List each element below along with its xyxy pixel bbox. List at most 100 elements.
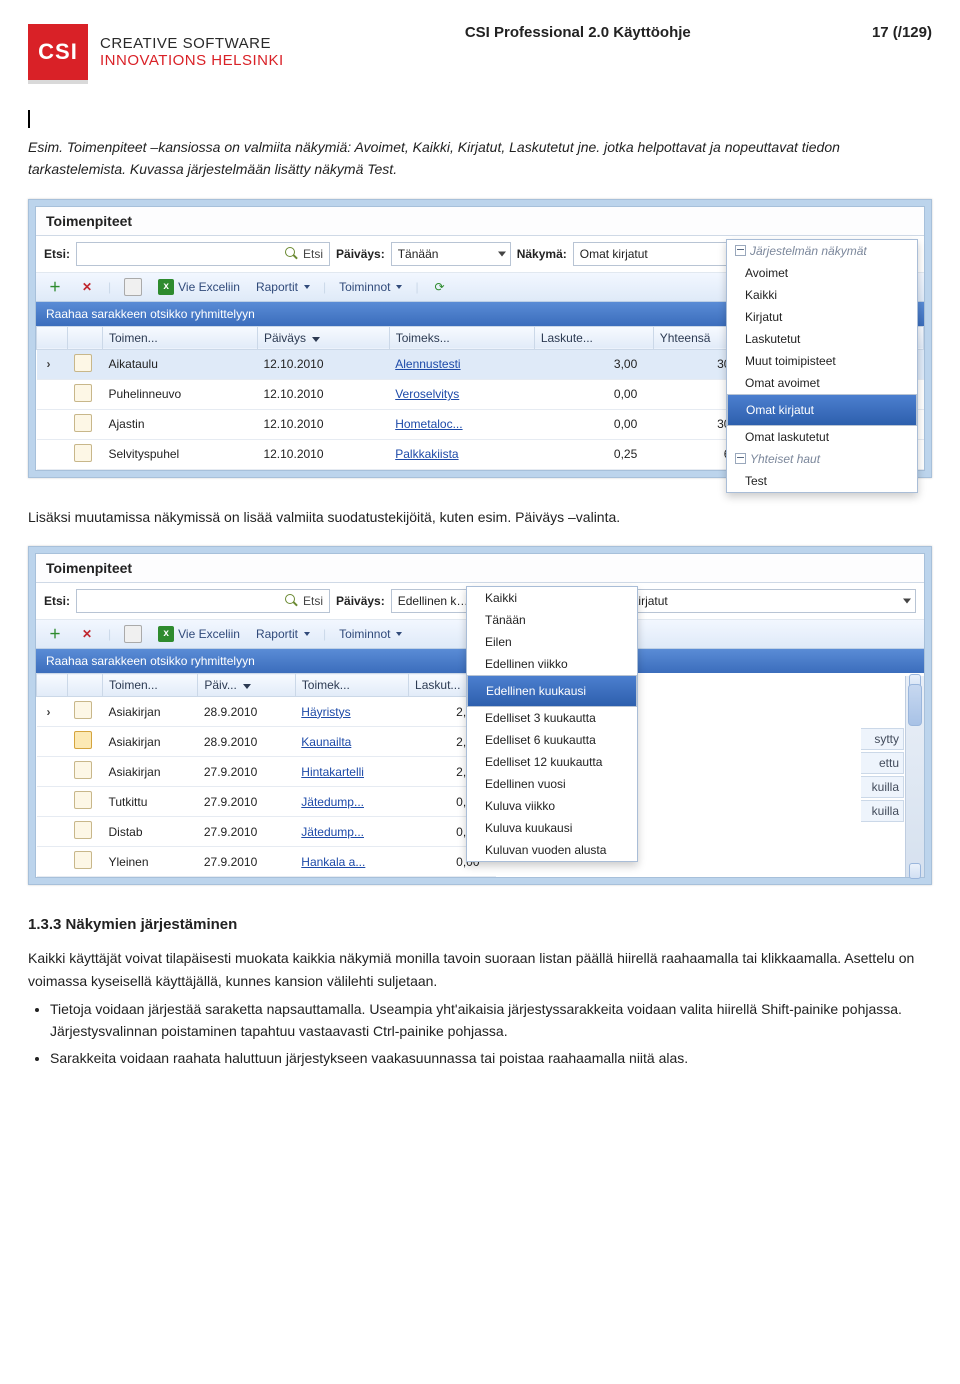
- search-input-2[interactable]: Etsi: [76, 589, 330, 613]
- actions-button[interactable]: Toiminnot: [336, 627, 405, 641]
- search-input[interactable]: Etsi: [76, 242, 330, 266]
- cell-client: Alennustesti: [389, 349, 534, 379]
- dropdown-group-label-2: Yhteiset haut: [727, 448, 917, 470]
- dropdown-option[interactable]: Kuluva viikko: [467, 795, 637, 817]
- table-row[interactable]: Asiakirjan28.9.2010Kaunailta2,00: [37, 727, 496, 757]
- dropdown-option[interactable]: Muut toimipisteet: [727, 350, 917, 372]
- search-button-text-2[interactable]: Etsi: [303, 594, 323, 608]
- date-select[interactable]: Tänään: [391, 242, 511, 266]
- expand-icon[interactable]: ›: [43, 357, 55, 371]
- page-number: 17 (/129): [872, 24, 932, 41]
- table-row[interactable]: Tutkittu27.9.2010Jätedump...0,00: [37, 787, 496, 817]
- client-link[interactable]: Jätedump...: [301, 825, 364, 839]
- dropdown-option[interactable]: Tänään: [467, 609, 637, 631]
- col-toimeks[interactable]: Toimeks...: [389, 326, 534, 349]
- truncated-cell-fragment: kuilla: [861, 800, 904, 822]
- dropdown-option[interactable]: Omat kirjatut: [727, 394, 917, 426]
- cell-toimen: Distab: [103, 817, 198, 847]
- caret-down-icon: [304, 285, 310, 289]
- client-link[interactable]: Veroselvitys: [395, 387, 459, 401]
- client-link[interactable]: Alennustesti: [395, 357, 460, 371]
- view-dropdown[interactable]: Järjestelmän näkymät AvoimetKaikkiKirjat…: [726, 239, 918, 493]
- document-icon: [74, 701, 92, 719]
- reports-button[interactable]: Raportit: [253, 627, 313, 641]
- col-icon[interactable]: [68, 674, 103, 697]
- cell-date: 27.9.2010: [198, 787, 295, 817]
- logo-badge: CSI: [28, 24, 88, 80]
- excel-icon: x: [158, 626, 174, 642]
- print-button[interactable]: [121, 625, 145, 643]
- cell-toimen: Asiakirjan: [103, 727, 198, 757]
- delete-button[interactable]: ✕: [76, 279, 98, 295]
- reports-button-label: Raportit: [256, 280, 298, 294]
- add-button[interactable]: ＋: [44, 279, 66, 295]
- actions-button-label: Toiminnot: [339, 280, 390, 294]
- scroll-thumb[interactable]: [908, 684, 922, 726]
- client-link[interactable]: Jätedump...: [301, 795, 364, 809]
- data-grid-2: Toimen... Päiv... Toimek... Laskut... ›A…: [36, 673, 496, 877]
- excel-button[interactable]: xVie Exceliin: [155, 626, 243, 642]
- search-icon: [285, 594, 299, 608]
- scroll-down-arrow[interactable]: [909, 863, 921, 879]
- refresh-button[interactable]: ⟳: [429, 279, 451, 295]
- dropdown-option[interactable]: Test: [727, 470, 917, 492]
- col-toimen[interactable]: Toimen...: [103, 326, 258, 349]
- cell-laskute: 0,25: [534, 439, 653, 469]
- client-link[interactable]: Häyristys: [301, 705, 350, 719]
- col-icon[interactable]: [68, 326, 103, 349]
- document-icon: [74, 414, 92, 432]
- truncated-cell-fragment: sytty: [861, 728, 904, 750]
- col-toimek[interactable]: Toimek...: [295, 674, 408, 697]
- dropdown-option[interactable]: Kuluvan vuoden alusta: [467, 839, 637, 861]
- brand: CSI CREATIVE SOFTWARE INNOVATIONS HELSIN…: [28, 24, 284, 80]
- view-select-2[interactable]: Omat kirjatut: [593, 589, 916, 613]
- client-link[interactable]: Hintakartelli: [301, 765, 364, 779]
- add-button[interactable]: ＋: [44, 626, 66, 642]
- col-expand[interactable]: [37, 326, 68, 349]
- dropdown-option[interactable]: Edellinen kuukausi: [467, 675, 637, 707]
- col-expand[interactable]: [37, 674, 68, 697]
- section-heading: 1.3.3 Näkymien järjestäminen: [28, 913, 932, 937]
- client-link[interactable]: Palkkakiista: [395, 447, 458, 461]
- actions-button[interactable]: Toiminnot: [336, 280, 405, 294]
- cell-client: Kaunailta: [295, 727, 408, 757]
- delete-button[interactable]: ✕: [76, 626, 98, 642]
- table-row[interactable]: Distab27.9.2010Jätedump...0,00: [37, 817, 496, 847]
- table-row[interactable]: Asiakirjan27.9.2010Hintakartelli2,00: [37, 757, 496, 787]
- dropdown-option[interactable]: Omat laskutetut: [727, 426, 917, 448]
- table-row[interactable]: Yleinen27.9.2010Hankala a...0,00: [37, 847, 496, 877]
- client-link[interactable]: Hankala a...: [301, 855, 365, 869]
- client-link[interactable]: Kaunailta: [301, 735, 351, 749]
- dropdown-option[interactable]: Edelliset 12 kuukautta: [467, 751, 637, 773]
- search-button-text[interactable]: Etsi: [303, 247, 323, 261]
- client-link[interactable]: Hometaloc...: [395, 417, 462, 431]
- dropdown-option[interactable]: Kuluva kuukausi: [467, 817, 637, 839]
- col-paiv[interactable]: Päiv...: [198, 674, 295, 697]
- dropdown-option[interactable]: Kaikki: [727, 284, 917, 306]
- dropdown-option[interactable]: Omat avoimet: [727, 372, 917, 394]
- expand-icon[interactable]: ›: [43, 705, 55, 719]
- x-icon: ✕: [79, 279, 95, 295]
- print-button[interactable]: [121, 278, 145, 296]
- col-toimen[interactable]: Toimen...: [103, 674, 198, 697]
- date-dropdown[interactable]: KaikkiTänäänEilenEdellinen viikkoEdellin…: [466, 586, 638, 862]
- vertical-scrollbar[interactable]: [905, 676, 924, 877]
- dropdown-option[interactable]: Edelliset 3 kuukautta: [467, 707, 637, 729]
- truncated-cell-fragment: kuilla: [861, 776, 904, 798]
- dropdown-option[interactable]: Edelliset 6 kuukautta: [467, 729, 637, 751]
- printer-icon: [124, 278, 142, 296]
- dropdown-option[interactable]: Edellinen vuosi: [467, 773, 637, 795]
- excel-button[interactable]: xVie Exceliin: [155, 279, 243, 295]
- dropdown-option[interactable]: Edellinen viikko: [467, 653, 637, 675]
- dropdown-option[interactable]: Avoimet: [727, 262, 917, 284]
- sort-desc-icon: [312, 337, 320, 342]
- col-paivays[interactable]: Päiväys: [257, 326, 389, 349]
- col-laskute[interactable]: Laskute...: [534, 326, 653, 349]
- dropdown-option[interactable]: Kirjatut: [727, 306, 917, 328]
- reports-button[interactable]: Raportit: [253, 280, 313, 294]
- dropdown-option[interactable]: Kaikki: [467, 587, 637, 609]
- dropdown-option[interactable]: Laskutetut: [727, 328, 917, 350]
- table-row[interactable]: ›Asiakirjan28.9.2010Häyristys2,00: [37, 697, 496, 727]
- screenshot-1: Toimenpiteet Etsi: Etsi Päiväys: Tänään …: [28, 199, 932, 478]
- dropdown-option[interactable]: Eilen: [467, 631, 637, 653]
